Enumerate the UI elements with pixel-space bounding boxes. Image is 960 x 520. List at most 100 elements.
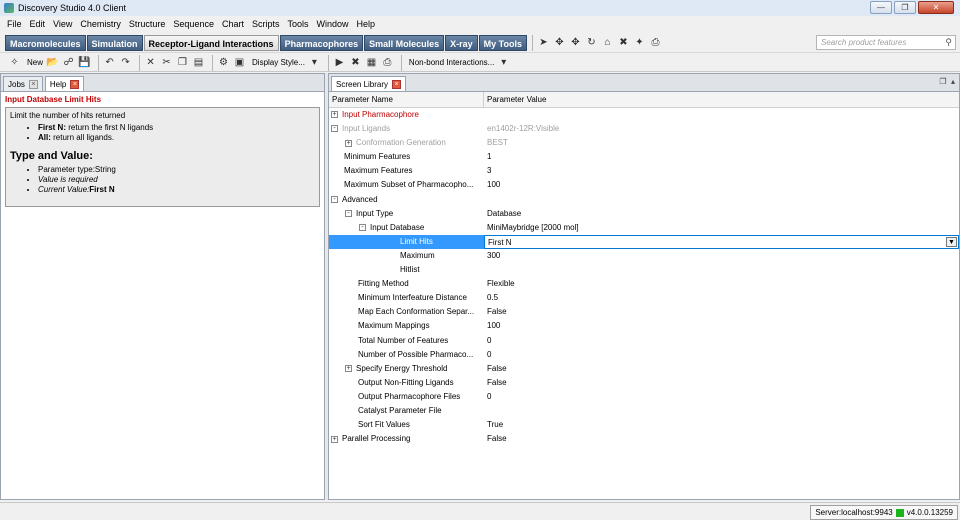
perspective-small-molecules[interactable]: Small Molecules xyxy=(364,34,445,51)
cut-icon[interactable]: ✂ xyxy=(160,56,173,69)
parameter-row[interactable]: Number of Possible Pharmaco... 0 xyxy=(329,348,959,362)
parameter-name-cell[interactable]: + Specify Energy Threshold xyxy=(329,362,484,376)
menu-sequence[interactable]: Sequence xyxy=(169,19,218,29)
parameter-row[interactable]: - Input Type Database xyxy=(329,207,959,221)
parameter-value-cell[interactable]: 0 xyxy=(484,348,959,362)
parameter-name-cell[interactable]: - Input Type xyxy=(329,207,484,221)
move-icon[interactable]: ✥ xyxy=(553,36,566,49)
parameter-name-cell[interactable]: + Conformation Generation xyxy=(329,136,484,150)
parameter-name-cell[interactable]: Total Number of Features xyxy=(329,334,484,348)
perspective-pharmacophores[interactable]: Pharmacophores xyxy=(279,34,364,51)
menu-tools[interactable]: Tools xyxy=(284,19,313,29)
parameter-value-cell[interactable]: Flexible xyxy=(484,277,959,291)
column-parameter-value[interactable]: Parameter Value xyxy=(484,92,959,107)
parameter-row[interactable]: Catalyst Parameter File xyxy=(329,404,959,418)
close-icon[interactable]: × xyxy=(28,79,38,89)
select-arrow-icon[interactable]: ➤ xyxy=(537,36,550,49)
parameter-name-cell[interactable]: + Parallel Processing xyxy=(329,432,484,446)
parameter-name-cell[interactable]: Hitlist xyxy=(329,263,484,277)
parameter-row[interactable]: Hitlist xyxy=(329,263,959,277)
search-icon[interactable]: ⚲ xyxy=(945,37,952,48)
tab-jobs[interactable]: Jobs × xyxy=(3,76,43,91)
collapse-icon[interactable]: - xyxy=(359,224,366,232)
parameter-row[interactable]: Minimum Features 1 xyxy=(329,150,959,164)
parameter-row[interactable]: Map Each Conformation Separ... False xyxy=(329,305,959,319)
new-button[interactable]: New xyxy=(27,58,43,67)
parameter-name-cell[interactable]: Map Each Conformation Separ... xyxy=(329,305,484,319)
delete-icon[interactable]: ✕ xyxy=(144,56,157,69)
perspective-my-tools[interactable]: My Tools xyxy=(478,34,527,51)
paste-icon[interactable]: ▤ xyxy=(192,56,205,69)
close-icon[interactable]: × xyxy=(392,79,402,89)
parameter-value-cell[interactable]: False xyxy=(484,432,959,446)
parameter-name-cell[interactable]: Output Non-Fitting Ligands xyxy=(329,376,484,390)
nonbond-interactions-button[interactable]: Non-bond Interactions... xyxy=(409,58,494,67)
expand-icon[interactable]: + xyxy=(331,111,338,119)
open-server-icon[interactable]: ☍ xyxy=(62,56,75,69)
menu-scripts[interactable]: Scripts xyxy=(248,19,284,29)
expand-icon[interactable]: + xyxy=(345,139,352,147)
parameter-row[interactable]: + Parallel Processing False xyxy=(329,432,959,446)
parameter-value-cell[interactable]: Database xyxy=(484,207,959,221)
expand-icon[interactable]: + xyxy=(331,435,338,443)
parameter-name-cell[interactable]: Maximum Mappings xyxy=(329,319,484,333)
menu-help[interactable]: Help xyxy=(353,19,380,29)
parameter-name-cell[interactable]: - Advanced xyxy=(329,193,484,207)
parameter-value-cell[interactable] xyxy=(484,404,959,418)
parameter-row[interactable]: Fitting Method Flexible xyxy=(329,277,959,291)
parameter-row[interactable]: Minimum Interfeature Distance 0.5 xyxy=(329,291,959,305)
parameter-row[interactable]: + Specify Energy Threshold False xyxy=(329,362,959,376)
perspective-macromolecules[interactable]: Macromolecules xyxy=(5,34,86,51)
limit-hits-select[interactable]: First N ▼ xyxy=(484,234,959,249)
parameter-value-cell[interactable]: en1402r-12R:Visible xyxy=(484,122,959,136)
parameter-value-cell[interactable]: 100 xyxy=(484,178,959,192)
close-icon[interactable]: × xyxy=(70,79,80,89)
parameter-value-cell[interactable]: False xyxy=(484,376,959,390)
chevron-down-icon[interactable]: ▾ xyxy=(497,56,510,69)
perspective-xray[interactable]: X-ray xyxy=(445,34,478,51)
parameter-value-cell[interactable]: True xyxy=(484,418,959,432)
parameter-value-cell[interactable]: 0 xyxy=(484,390,959,404)
stop-icon[interactable]: ✖ xyxy=(349,56,362,69)
parameter-row[interactable]: + Conformation Generation BEST xyxy=(329,136,959,150)
tab-screen-library[interactable]: Screen Library × xyxy=(331,76,407,91)
undo-icon[interactable]: ↶ xyxy=(103,56,116,69)
menu-file[interactable]: File xyxy=(3,19,26,29)
search-input[interactable]: Search product features xyxy=(816,35,956,50)
parameter-name-cell[interactable]: Number of Possible Pharmaco... xyxy=(329,348,484,362)
menu-window[interactable]: Window xyxy=(313,19,353,29)
chevron-down-icon[interactable]: ▾ xyxy=(308,56,321,69)
parameter-row[interactable]: Maximum 300 xyxy=(329,249,959,263)
collapse-icon[interactable]: - xyxy=(331,125,338,133)
save-icon[interactable]: 💾 xyxy=(78,56,91,69)
parameter-row[interactable]: - Input Ligands en1402r-12R:Visible xyxy=(329,122,959,136)
parameter-value-cell[interactable] xyxy=(484,108,959,122)
parameter-row[interactable]: Output Non-Fitting Ligands False xyxy=(329,376,959,390)
parameter-name-cell[interactable]: - Input Database xyxy=(329,221,484,235)
parameter-row[interactable]: Limit Hits First N ▼ xyxy=(329,234,959,249)
menu-structure[interactable]: Structure xyxy=(125,19,170,29)
print-icon[interactable]: ⎙ xyxy=(381,56,394,69)
parameter-row[interactable]: Maximum Subset of Pharmacopho... 100 xyxy=(329,178,959,192)
menu-view[interactable]: View xyxy=(49,19,76,29)
parameter-row[interactable]: + Input Pharmacophore xyxy=(329,108,959,122)
collapse-icon[interactable]: - xyxy=(331,195,338,203)
parameter-value-cell[interactable]: 300 xyxy=(484,249,959,263)
column-parameter-name[interactable]: Parameter Name xyxy=(329,92,484,107)
parameter-name-cell[interactable]: Sort Fit Values xyxy=(329,418,484,432)
menu-edit[interactable]: Edit xyxy=(26,19,50,29)
parameter-name-cell[interactable]: Maximum xyxy=(329,249,484,263)
translate-icon[interactable]: ✥ xyxy=(569,36,582,49)
reset-view-icon[interactable]: ✖ xyxy=(617,36,630,49)
perspective-receptor-ligand[interactable]: Receptor-Ligand Interactions xyxy=(143,34,279,51)
parameter-value-cell[interactable]: BEST xyxy=(484,136,959,150)
display-style-button[interactable]: Display Style... xyxy=(252,58,305,67)
parameter-name-cell[interactable]: Fitting Method xyxy=(329,277,484,291)
tab-help[interactable]: Help × xyxy=(44,76,85,91)
parameter-value-cell[interactable]: 100 xyxy=(484,319,959,333)
maximize-pin-icon[interactable]: ❐ ▴ xyxy=(939,77,955,86)
parameter-name-cell[interactable]: + Input Pharmacophore xyxy=(329,108,484,122)
parameter-value-cell[interactable] xyxy=(484,263,959,277)
parameter-value-cell[interactable] xyxy=(484,193,959,207)
parameter-name-cell[interactable]: Limit Hits xyxy=(329,234,484,249)
